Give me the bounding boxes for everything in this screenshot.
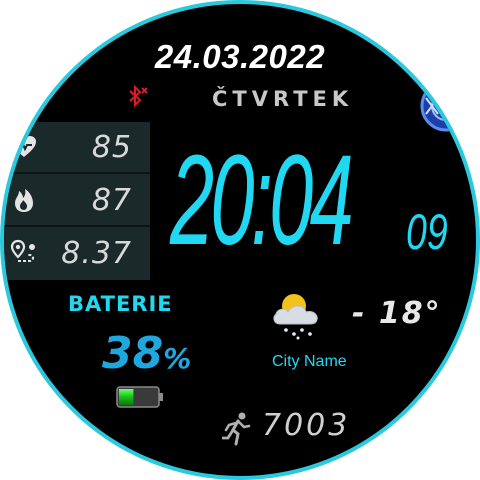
battery-icon: [116, 386, 163, 408]
battery-percent: 38: [102, 328, 164, 379]
calories-row[interactable]: 87: [4, 175, 150, 225]
battery-label: BATERIE: [68, 292, 173, 316]
heart-rate-row[interactable]: 85: [4, 122, 150, 172]
calories-value: 87: [91, 183, 132, 218]
watch-face: 24.03.2022 ČTVRTEK 85 87 8.37 20:04 09 B…: [0, 0, 480, 480]
battery-unit: %: [163, 342, 192, 375]
heart-icon: [12, 136, 36, 157]
city-name: City Name: [272, 353, 347, 370]
time-display[interactable]: 20:04: [170, 126, 354, 276]
weather-cloud-snow-icon[interactable]: [268, 288, 328, 340]
seconds-display: 09: [406, 204, 448, 260]
battery-value[interactable]: 38%: [102, 328, 191, 379]
distance-value: 8.37: [61, 236, 132, 271]
distance-row[interactable]: 8.37: [4, 228, 150, 278]
stats-panel: 85 87 8.37: [4, 122, 150, 280]
date-display: 24.03.2022: [154, 38, 326, 75]
temperature-value: - 18°: [352, 296, 442, 331]
running-person-icon: [222, 412, 251, 446]
divider: [4, 172, 150, 174]
divider: [4, 225, 150, 227]
settings-edge-icon[interactable]: [412, 78, 458, 134]
location-route-icon: [10, 239, 35, 262]
bluetooth-disconnected-icon: [129, 84, 148, 108]
steps-value[interactable]: 7003: [262, 408, 350, 443]
flame-icon: [15, 189, 33, 212]
heart-rate-value: 85: [91, 130, 132, 165]
battery-fill: [119, 389, 134, 405]
weekday-label: ČTVRTEK: [212, 87, 354, 111]
